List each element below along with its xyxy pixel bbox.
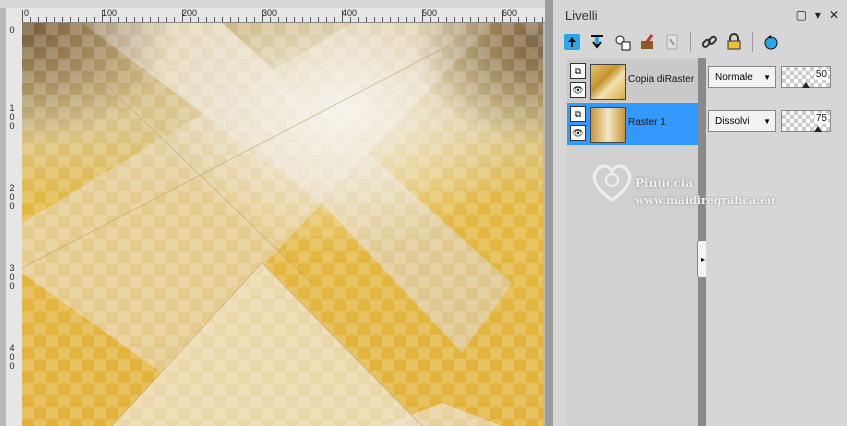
- paint-brush-icon[interactable]: [636, 31, 658, 53]
- layers-list: ⧉ 👁 Copia diRaster 1 ⧉ 👁 Raster 1: [567, 58, 702, 426]
- opacity-marker[interactable]: [814, 126, 822, 132]
- vruler-label-200: 2 0 0: [9, 183, 15, 211]
- image-canvas[interactable]: [22, 23, 543, 426]
- link-layer-icon[interactable]: [661, 31, 683, 53]
- dock-icon[interactable]: ▢: [796, 8, 807, 22]
- new-layer-icon[interactable]: [611, 31, 633, 53]
- panel-title: Livelli: [565, 8, 598, 23]
- visibility-eye-icon[interactable]: 👁: [570, 125, 586, 141]
- layer-group-icon[interactable]: ⧉: [570, 63, 586, 79]
- watermark-url: www.maidiregrafica.eu: [635, 194, 776, 207]
- vruler-label-100: 1 0 0: [9, 103, 15, 131]
- chevron-down-icon: ▼: [763, 117, 771, 126]
- layers-panel: Livelli ▢ ▾ ✕ ⧉ 👁 Copia diRaster 1 ⧉ 👁 R…: [553, 0, 847, 426]
- layer-properties: Normale ▼ 50 Dissolvi ▼ 75: [706, 58, 847, 426]
- blend-mode-value: Dissolvi: [715, 115, 750, 127]
- layer-row-copia[interactable]: ⧉ 👁 Copia diRaster 1: [567, 60, 702, 102]
- vertical-ruler: 0 1 0 0 2 0 0 3 0 0 4 0 0: [6, 22, 23, 426]
- horizontal-ruler: 0 100 200 300 400 500 600: [22, 8, 545, 23]
- layer-row-raster1[interactable]: ⧉ 👁 Raster 1: [567, 103, 698, 145]
- lock-icon[interactable]: [723, 31, 745, 53]
- layer-toggles: ⧉ 👁: [570, 63, 588, 98]
- layer-name[interactable]: Copia diRaster 1: [628, 74, 702, 85]
- blend-mode-select[interactable]: Normale ▼: [708, 66, 776, 88]
- panel-controls: ▢ ▾ ✕: [796, 8, 839, 22]
- opacity-value[interactable]: 75: [814, 113, 828, 124]
- ruler-label-300: 300: [262, 8, 278, 18]
- opacity-slider[interactable]: 50: [781, 66, 831, 88]
- layer-up-icon[interactable]: [561, 31, 583, 53]
- watermark: Pinuccia www.maidiregrafica.eu: [587, 150, 777, 220]
- canvas-area: 0 100 200 300 400 500 600 0 1 0 0 2 0 0 …: [0, 0, 545, 426]
- toolbar-separator: [752, 32, 753, 52]
- ruler-corner: [6, 8, 23, 23]
- blend-mode-value: Normale: [715, 71, 753, 83]
- ruler-label-200: 200: [182, 8, 198, 18]
- chevron-down-icon: ▼: [763, 73, 771, 82]
- watermark-name: Pinuccia: [635, 176, 693, 190]
- ruler-label-100: 100: [102, 8, 118, 18]
- ruler-label-400: 400: [342, 8, 358, 18]
- heart-logo-icon: [592, 164, 632, 202]
- layer-name[interactable]: Raster 1: [628, 117, 666, 128]
- layer-down-icon[interactable]: [586, 31, 608, 53]
- blend-mode-select[interactable]: Dissolvi ▼: [708, 110, 776, 132]
- opacity-value[interactable]: 50: [814, 69, 828, 80]
- opacity-slider[interactable]: 75: [781, 110, 831, 132]
- vruler-label-300: 3 0 0: [9, 263, 15, 291]
- menu-icon[interactable]: ▾: [815, 8, 821, 22]
- vruler-label-400: 4 0 0: [9, 343, 15, 371]
- layers-toolbar: [561, 30, 782, 54]
- ruler-label-500: 500: [422, 8, 438, 18]
- ruler-label-600: 600: [502, 8, 518, 18]
- layer-thumbnail: [590, 107, 626, 143]
- top-strip: [0, 0, 545, 8]
- layer-thumbnail: [590, 64, 626, 100]
- ruler-label-0: 0: [24, 8, 30, 18]
- panel-divider[interactable]: [545, 0, 553, 426]
- toolbar-separator: [690, 32, 691, 52]
- layer-toggles: ⧉ 👁: [570, 106, 588, 141]
- chain-link-icon[interactable]: [698, 31, 720, 53]
- ruler-ticks-h: [22, 10, 543, 22]
- layer-group-icon[interactable]: ⧉: [570, 106, 586, 122]
- canvas-artwork: [22, 23, 543, 426]
- vruler-label-0: 0: [9, 25, 15, 35]
- close-icon[interactable]: ✕: [829, 8, 839, 22]
- opacity-marker[interactable]: [802, 82, 810, 88]
- refresh-icon[interactable]: [760, 31, 782, 53]
- visibility-eye-icon[interactable]: 👁: [570, 82, 586, 98]
